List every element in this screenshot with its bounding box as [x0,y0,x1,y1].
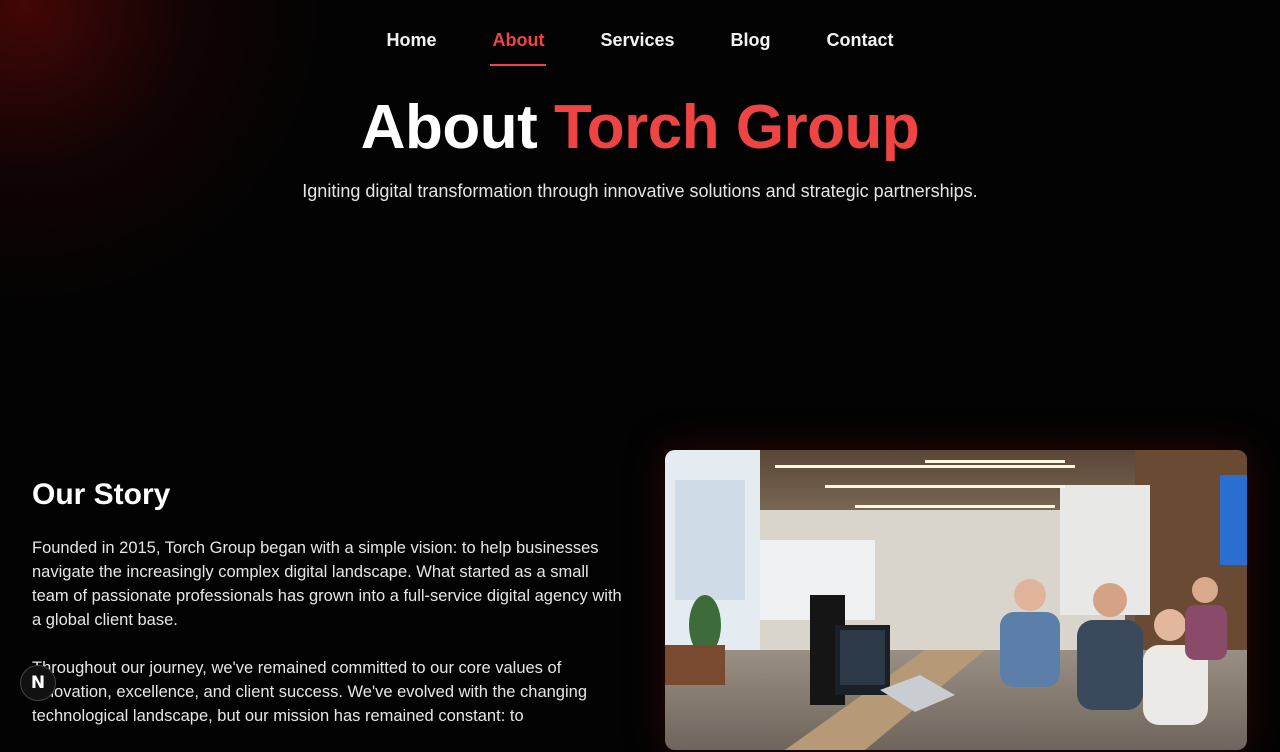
main-nav: Home About Services Blog Contact [0,0,1280,72]
office-illustration [665,450,1247,750]
page-title: About Torch Group [0,92,1280,163]
next-dev-badge[interactable]: N [20,665,56,701]
page-title-accent: Torch Group [553,93,920,162]
story-paragraph: Founded in 2015, Torch Group began with … [32,539,622,629]
nav-services[interactable]: Services [572,0,702,72]
story-paragraph: Throughout our journey, we've remained c… [32,659,588,725]
page-title-plain: About [360,93,538,162]
nav-home[interactable]: Home [358,0,464,72]
story-heading: Our Story [32,478,171,511]
nav-blog[interactable]: Blog [703,0,799,72]
page-subtitle: Igniting digital transformation through … [302,181,978,201]
office-team-photo [665,450,1247,750]
nav-contact[interactable]: Contact [799,0,922,72]
nav-about[interactable]: About [464,0,572,72]
our-story-section: Our Story Founded in 2015, Torch Group b… [32,478,622,752]
